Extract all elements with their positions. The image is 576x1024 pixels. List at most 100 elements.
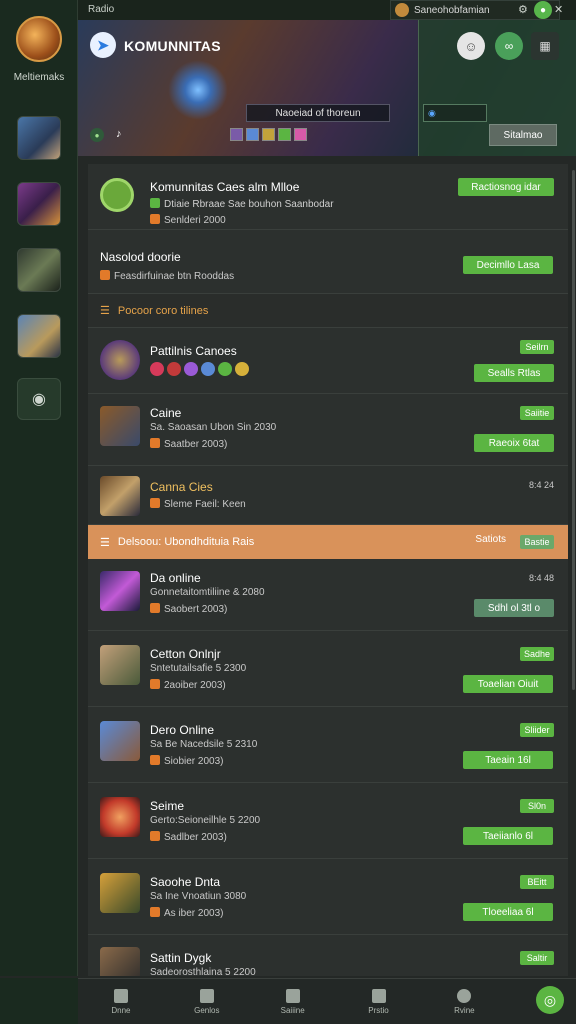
scrollbar[interactable] (572, 170, 575, 690)
group-title: Komunnitas Caes alm Mlloe (150, 180, 300, 194)
section-header-online: ☰ Pocoor coro tilines (88, 294, 568, 328)
chat-title: Dero Online (150, 723, 215, 737)
game-tile-3[interactable] (17, 248, 61, 292)
user-avatar[interactable] (16, 16, 62, 62)
chat-time: 8:4 24 (528, 480, 554, 490)
group-title: Nasolod doorie (100, 250, 181, 264)
left-rail: Meltiemaks ◉ (0, 0, 78, 976)
online-icon[interactable]: ● (534, 1, 552, 19)
chat-action-button[interactable]: Taeiianlo 6l (463, 827, 553, 845)
chat-sub1: Sa Ine Vnoatiun 3080 (150, 891, 247, 902)
section-status: Satiots (475, 534, 506, 545)
user-label: Meltiemaks (13, 72, 65, 83)
bottom-nav: Dnne Genlos Saiiine Prstio Rvine (78, 978, 576, 1024)
chat-avatar (100, 645, 140, 685)
chat-sub1: Sa. Saoasan Ubon Sin 2030 (150, 422, 277, 433)
chat-row[interactable]: Da online Gonnetaitomtiliine & 2080 Saob… (88, 559, 568, 631)
music-icon: ♪ (116, 128, 122, 140)
chat-avatar (100, 947, 140, 976)
nav-tab-profile[interactable]: Prstio (336, 979, 422, 1024)
chat-sub2: Sadlber 2003) (150, 831, 227, 843)
reaction-icon (167, 362, 181, 376)
game-tile-1[interactable] (17, 116, 61, 160)
reaction-icon (201, 362, 215, 376)
twitter-icon[interactable]: ➤ (90, 32, 116, 58)
status-dot-icon: ● (90, 128, 104, 142)
chat-action-button[interactable]: Tloeeliaa 6l (463, 903, 553, 921)
grid-icon[interactable]: ▦ (531, 32, 559, 60)
group-row[interactable]: Komunnitas Caes alm Mlloe Dtiaie Rbraae … (88, 164, 568, 230)
group-action-button[interactable]: Decimllo Lasa (463, 256, 553, 274)
chat-avatar (100, 340, 140, 380)
chat-row[interactable]: Dero Online Sa Be Nacedsile 5 2310 Siobi… (88, 707, 568, 783)
home-icon (113, 988, 128, 1003)
status-button[interactable]: Sitalmao (489, 124, 557, 146)
chat-row[interactable]: Canna Cies Sleme Faeil: Keen 8:4 24 (88, 466, 568, 525)
status-pill: BEitt (520, 875, 554, 889)
chat-row[interactable]: Seime Gerto:Seioneilhle 5 2200 Sadlber 2… (88, 783, 568, 859)
game-tile-2[interactable] (17, 182, 61, 226)
group-sub: Senlderi 2000 (150, 214, 226, 226)
search-input[interactable]: ◉ (423, 104, 487, 122)
chat-sub2: As iber 2003) (150, 907, 223, 919)
chat-row[interactable]: Cetton Onlnjr Sntetutailsafie 5 2300 2ao… (88, 631, 568, 707)
group-row[interactable]: Nasolod doorie Feasdirfuinae btn Rooddas… (88, 230, 568, 294)
chat-avatar (100, 476, 140, 516)
chat-sub1: Gonnetaitomtiliine & 2080 (150, 587, 265, 598)
window-title: Radio (88, 4, 115, 15)
settings-icon[interactable]: ⚙ (518, 3, 528, 16)
nav-label: Prstio (368, 1005, 389, 1015)
status-pill: Saiitie (520, 406, 554, 420)
section-tag[interactable]: Bastie (520, 535, 554, 549)
chat-title: Sattin Dygk (150, 951, 212, 965)
games-icon (199, 988, 214, 1003)
chat-row[interactable]: Caine Sa. Saoasan Ubon Sin 2030 Saatber … (88, 394, 568, 466)
chat-title: Canna Cies (150, 480, 213, 494)
list-icon: ☰ (100, 536, 110, 549)
chat-title: Caine (150, 406, 182, 420)
grid-icon (371, 988, 386, 1003)
banner-title: KOMUNNITAS (124, 38, 221, 54)
chat-action-button[interactable]: Sealls Rtlas (474, 364, 554, 382)
app-root: Meltiemaks ◉ Radio Saneohobfamian ⚙ ● ✕ … (0, 0, 576, 1024)
section-title: Delsoou: Ubondhdituia Rais (117, 536, 255, 548)
nav-left-spacer (0, 978, 78, 1024)
chat-title: Pattilnis Canoes (150, 344, 237, 358)
reaction-icon (150, 362, 164, 376)
profile-icon[interactable]: ☺ (457, 32, 485, 60)
chat-action-button[interactable]: Taeain 16l (463, 751, 553, 769)
camera-icon[interactable]: ◉ (17, 378, 61, 420)
chat-avatar (100, 873, 140, 913)
nav-tab-store[interactable]: Saiiine (250, 979, 336, 1024)
chat-row[interactable]: Saoohe Dnta Sa Ine Vnoatiun 3080 As iber… (88, 859, 568, 935)
badge-icon (262, 128, 275, 141)
link-icon[interactable]: ∞ (495, 32, 523, 60)
status-pill: Sadhe (520, 647, 554, 661)
chat-row[interactable]: Sattin Dygk Sadeorosthlaina 5 2200 Salti… (88, 935, 568, 976)
group-sub: Feasdirfuinae btn Rooddas (100, 270, 234, 282)
banner-side-panel: ☺ ∞ ▦ ◉ Sitalmao (418, 20, 576, 156)
badge-strip (230, 128, 307, 141)
chat-row[interactable]: Pattilnis Canoes Seilrn Sealls Rtlas (88, 328, 568, 394)
compass-icon (457, 988, 472, 1003)
chat-sub2: Siobier 2003) (150, 755, 223, 767)
chat-avatar (100, 406, 140, 446)
chat-action-button[interactable]: Sdhl ol 3tl o (474, 599, 554, 617)
nav-tab-games[interactable]: Genlos (164, 979, 250, 1024)
badge-icon (246, 128, 259, 141)
search-icon[interactable]: ◎ (536, 986, 564, 1014)
nav-tab-home[interactable]: Dnne (78, 979, 164, 1024)
close-icon[interactable]: ✕ (554, 3, 563, 16)
chat-sub2: Saatber 2003) (150, 438, 227, 450)
nav-tab-discover[interactable]: Rvine (421, 979, 507, 1024)
chat-action-button[interactable]: Raeoix 6tat (474, 434, 554, 452)
status-pill: Seilrn (520, 340, 554, 354)
section-header-highlight: ☰ Delsoou: Ubondhdituia Rais Satiots Bas… (88, 525, 568, 559)
chat-action-button[interactable]: Toaelian Oiuit (463, 675, 553, 693)
banner-art (168, 60, 228, 120)
badge-icon (294, 128, 307, 141)
status-pill: Sl0n (520, 799, 554, 813)
group-action-button[interactable]: Ractiosnog idar (458, 178, 554, 196)
chat-sub1: Sntetutailsafie 5 2300 (150, 663, 247, 674)
game-tile-4[interactable] (17, 314, 61, 358)
